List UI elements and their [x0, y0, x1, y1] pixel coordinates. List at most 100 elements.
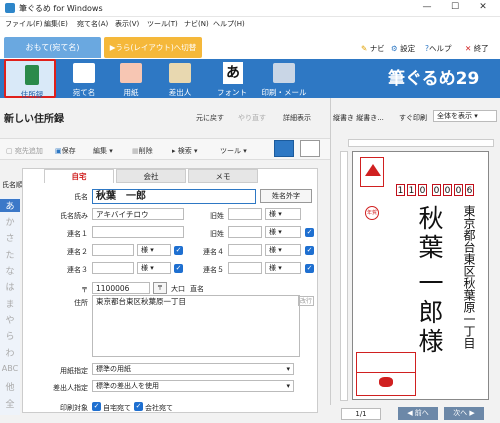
index-sa[interactable]: さ	[0, 231, 20, 244]
index-ya[interactable]: や	[0, 313, 20, 326]
paper-button[interactable]: 用紙	[105, 59, 157, 98]
chevron-down-icon: ▾	[286, 365, 290, 373]
next-button[interactable]: 次へ ▶	[444, 407, 484, 420]
index-ra[interactable]: ら	[0, 329, 20, 342]
address-book-button[interactable]: 住所録	[4, 59, 56, 99]
renmei2-checkbox[interactable]: ✓	[174, 246, 183, 255]
menu-navi[interactable]: ナビ(N)	[184, 19, 209, 29]
delete-button[interactable]: ▦削除	[132, 146, 153, 156]
print-mail-button[interactable]: 印刷・メール	[258, 59, 310, 98]
edit-button[interactable]: 編集 ▾	[93, 146, 113, 156]
sender-zip-boxes	[357, 353, 415, 373]
list-view-icon[interactable]	[300, 140, 320, 157]
former-name-input[interactable]	[228, 208, 262, 220]
postmark-icon: 年賀	[365, 206, 379, 220]
undo-button[interactable]: 元に戻す	[196, 113, 224, 123]
renmei1-input[interactable]	[92, 226, 184, 238]
preview-name-line1: 秋葉	[415, 205, 444, 263]
minimize-button[interactable]: —	[413, 2, 441, 12]
sender-select[interactable]: 標準の差出人を使用 ▾	[92, 380, 294, 392]
sender-logo-icon	[379, 377, 393, 387]
address-input[interactable]: 東京都台東区秋葉原一丁目	[92, 295, 300, 357]
index-ma[interactable]: ま	[0, 297, 20, 310]
menu-view[interactable]: 表示(V)	[115, 19, 139, 29]
tools-button[interactable]: ツール ▾	[220, 146, 247, 156]
address-book-icon	[25, 65, 39, 85]
renmei4-checkbox[interactable]: ✓	[305, 246, 314, 255]
redo-button[interactable]: やり直す	[238, 113, 266, 123]
oaza-label: 大口	[171, 285, 185, 293]
title-bar: 筆ぐるめ for Windows — ☐ ✕	[0, 0, 500, 17]
index-a[interactable]: あ	[0, 199, 20, 212]
reading-label: 氏名読み	[60, 212, 88, 220]
zip-digit-1: 1	[396, 184, 405, 196]
font-icon: あ	[223, 62, 243, 84]
renmei3-honorific[interactable]: 様 ▾	[137, 262, 171, 274]
renmei3-checkbox[interactable]: ✓	[174, 264, 183, 273]
renmei1-honorific[interactable]: 様 ▾	[265, 226, 301, 238]
maximize-button[interactable]: ☐	[441, 2, 469, 12]
name-input[interactable]: 秋葉 一郎	[92, 189, 256, 204]
honorific-select[interactable]: 様 ▾	[265, 208, 301, 220]
help-link[interactable]: ?ヘルプ	[425, 43, 451, 54]
zip-lookup-button[interactable]: 〒	[153, 282, 167, 294]
close-button[interactable]: ✕	[469, 2, 497, 12]
line-break-button[interactable]: 改行	[298, 296, 314, 306]
sender-area	[356, 352, 416, 396]
paper-icon	[120, 63, 142, 83]
vertical-mode-select[interactable]: 縦書き 縦書き...	[333, 113, 384, 123]
former-name-label: 旧姓	[210, 212, 224, 220]
index-ta[interactable]: た	[0, 248, 20, 261]
detail-view-button[interactable]: 詳細表示	[283, 113, 311, 123]
quick-print-button[interactable]: すぐ印刷	[399, 113, 427, 123]
home-target-checkbox[interactable]: ✓	[92, 402, 101, 411]
font-button[interactable]: あ フォント	[206, 59, 258, 98]
index-wa[interactable]: わ	[0, 346, 20, 359]
renmei5-input[interactable]	[228, 262, 262, 274]
index-abc[interactable]: ABC	[0, 364, 20, 373]
menu-address[interactable]: 宛て名(A)	[77, 19, 108, 29]
tab-memo[interactable]: メモ	[188, 169, 258, 183]
paper-select[interactable]: 標準の用紙 ▾	[92, 363, 294, 375]
renmei5-checkbox[interactable]: ✓	[305, 264, 314, 273]
renmei5-honorific[interactable]: 様 ▾	[265, 262, 301, 274]
gaiji-button[interactable]: 姓名外字	[260, 189, 312, 203]
renmei4-honorific[interactable]: 様 ▾	[265, 244, 301, 256]
index-ha[interactable]: は	[0, 280, 20, 293]
renmei1-checkbox[interactable]: ✓	[305, 228, 314, 237]
renmei3-input[interactable]	[92, 262, 134, 274]
stamp-area	[360, 157, 384, 187]
settings-link[interactable]: ⚙ 設定	[391, 43, 415, 54]
zoom-select[interactable]: 全体を表示 ▾	[433, 110, 497, 122]
zip-digit-5: 0	[443, 184, 452, 196]
index-ka[interactable]: か	[0, 215, 20, 228]
tab-home[interactable]: 自宅	[44, 169, 114, 183]
address-name-button[interactable]: 宛て名	[58, 59, 110, 98]
add-entry-button[interactable]: ▢ 宛先追加	[6, 146, 43, 156]
index-other[interactable]: 他	[0, 380, 20, 393]
zip-input[interactable]: 1100006	[92, 282, 150, 294]
navi-link[interactable]: ✎ ナビ	[361, 43, 385, 54]
sender-button[interactable]: 差出人	[154, 59, 206, 98]
card-view-icon[interactable]	[274, 140, 294, 157]
tab-front[interactable]: おもて(宛て名)	[4, 37, 101, 58]
menu-tools[interactable]: ツール(T)	[147, 19, 178, 29]
switch-layout-button[interactable]: ▶うら(レイアウト)へ切替	[104, 37, 202, 58]
renmei4-input[interactable]	[228, 244, 262, 256]
reading-input[interactable]: アキバイチロウ	[92, 208, 184, 220]
menu-edit[interactable]: 編集(E)	[44, 19, 68, 29]
former-name2-input[interactable]	[228, 226, 262, 238]
renmei2-input[interactable]	[92, 244, 134, 256]
search-button[interactable]: ▸ 検索 ▾	[172, 146, 198, 156]
tab-company[interactable]: 会社	[116, 169, 186, 183]
renmei2-honorific[interactable]: 様 ▾	[137, 244, 171, 256]
menu-help[interactable]: ヘルプ(H)	[213, 19, 245, 29]
index-all[interactable]: 全	[0, 397, 20, 410]
exit-link[interactable]: ✕ 終了	[465, 43, 489, 54]
company-target-checkbox[interactable]: ✓	[134, 402, 143, 411]
sender-icon	[169, 63, 191, 83]
index-na[interactable]: な	[0, 264, 20, 277]
menu-file[interactable]: ファイル(F)	[5, 19, 43, 29]
save-button[interactable]: ▣保存	[55, 146, 76, 156]
prev-button[interactable]: ◀ 前へ	[398, 407, 438, 420]
